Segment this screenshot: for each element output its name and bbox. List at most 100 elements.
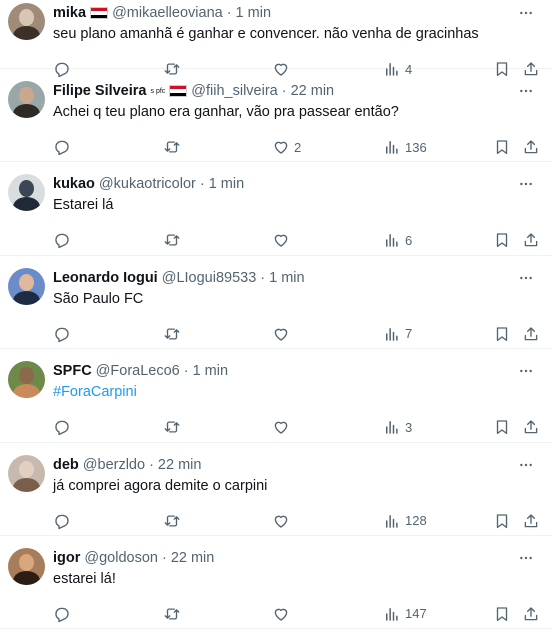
bookmark-button[interactable] — [493, 510, 511, 532]
repost-icon — [164, 234, 180, 246]
avatar[interactable] — [8, 3, 45, 40]
more-options-button[interactable] — [516, 361, 536, 381]
share-button[interactable] — [522, 229, 540, 251]
tweet[interactable]: SPFC @ForaLeco6 · 1 min #ForaCarpini 3 — [0, 349, 552, 443]
like-button[interactable] — [272, 416, 294, 438]
reply-button[interactable] — [53, 136, 71, 158]
author-handle[interactable]: @berzldo — [83, 457, 145, 473]
bookmark-button[interactable] — [493, 229, 511, 251]
reply-button[interactable] — [53, 229, 71, 251]
tweet-time[interactable]: 22 min — [291, 83, 335, 99]
more-icon — [520, 369, 532, 373]
more-options-button[interactable] — [516, 81, 536, 101]
bookmark-button[interactable] — [493, 136, 511, 158]
tweet[interactable]: deb @berzldo · 22 min já comprei agora d… — [0, 443, 552, 536]
share-button[interactable] — [522, 510, 540, 532]
author-name[interactable]: kukao — [53, 176, 95, 192]
author-handle[interactable]: @LIogui89533 — [162, 270, 257, 286]
bookmark-icon — [496, 233, 508, 248]
author-handle[interactable]: @fiih_silveira — [191, 83, 277, 99]
views-button[interactable]: 3 — [383, 416, 412, 438]
reply-icon — [55, 234, 69, 249]
tweet[interactable]: mika @mikaelleoviana · 1 min seu plano a… — [0, 0, 552, 78]
heart-icon — [274, 328, 288, 341]
author-handle[interactable]: @goldoson — [84, 550, 158, 566]
tweet[interactable]: Filipe Silveira s pfc @fiih_silveira · 2… — [0, 69, 552, 163]
separator-dot: · — [260, 269, 266, 286]
hashtag-link[interactable]: #ForaCarpini — [53, 384, 137, 400]
like-button[interactable] — [272, 229, 294, 251]
reply-button[interactable] — [53, 416, 71, 438]
avatar[interactable] — [8, 361, 45, 399]
tweet[interactable]: igor @goldoson · 22 min estarei lá! 147 — [0, 536, 552, 630]
tweet-time[interactable]: 22 min — [158, 457, 202, 473]
avatar[interactable] — [8, 174, 45, 212]
author-name[interactable]: deb — [53, 457, 79, 473]
share-button[interactable] — [522, 603, 540, 625]
author-name[interactable]: Leonardo Iogui — [53, 270, 158, 286]
views-button[interactable]: 7 — [383, 323, 412, 345]
author-handle[interactable]: @ForaLeco6 — [96, 363, 180, 379]
heart-icon — [274, 515, 288, 528]
share-icon — [524, 420, 538, 434]
share-icon — [524, 607, 538, 621]
reply-icon — [55, 514, 69, 529]
more-options-button[interactable] — [516, 455, 536, 475]
heart-icon — [274, 421, 288, 434]
avatar[interactable] — [8, 267, 45, 305]
avatar[interactable] — [8, 454, 45, 492]
author-handle[interactable]: @kukaotricolor — [99, 176, 196, 192]
tweet-actions: 3 — [53, 416, 543, 438]
bookmark-button[interactable] — [493, 323, 511, 345]
repost-button[interactable] — [163, 136, 181, 158]
separator-dot: · — [281, 83, 287, 99]
share-button[interactable] — [522, 416, 540, 438]
analytics-icon — [386, 514, 398, 528]
repost-button[interactable] — [163, 229, 181, 251]
reply-button[interactable] — [53, 510, 71, 532]
reply-button[interactable] — [53, 323, 71, 345]
reply-button[interactable] — [53, 603, 71, 625]
share-icon — [524, 327, 538, 341]
repost-button[interactable] — [163, 603, 181, 625]
tweet-actions: 147 — [53, 603, 543, 625]
views-button[interactable]: 128 — [383, 510, 427, 532]
author-handle[interactable]: @mikaelleoviana — [112, 5, 223, 21]
views-button[interactable]: 147 — [383, 603, 427, 625]
tweet-time[interactable]: 1 min — [193, 363, 228, 379]
like-button[interactable] — [272, 603, 294, 625]
reply-icon — [55, 140, 69, 156]
more-icon — [520, 89, 532, 93]
repost-button[interactable] — [163, 323, 181, 345]
tweet-time[interactable]: 1 min — [236, 5, 271, 21]
views-button[interactable]: 136 — [383, 136, 427, 158]
tweet[interactable]: kukao @kukaotricolor · 1 min Estarei lá — [0, 162, 552, 256]
repost-button[interactable] — [163, 510, 181, 532]
bookmark-button[interactable] — [493, 603, 511, 625]
more-options-button[interactable] — [516, 3, 536, 23]
heart-icon — [274, 235, 288, 248]
view-count: 136 — [405, 139, 427, 155]
more-options-button[interactable] — [516, 548, 536, 568]
avatar[interactable] — [8, 547, 45, 585]
avatar[interactable] — [8, 81, 45, 118]
author-name[interactable]: mika — [53, 5, 86, 21]
author-name[interactable]: Filipe Silveira — [53, 83, 147, 99]
tweet-time[interactable]: 1 min — [269, 270, 304, 286]
more-options-button[interactable] — [516, 174, 536, 194]
tweet-time[interactable]: 1 min — [209, 176, 244, 192]
tweet[interactable]: Leonardo Iogui @LIogui89533 · 1 min São … — [0, 256, 552, 350]
views-button[interactable]: 6 — [383, 229, 412, 251]
like-button[interactable]: 2 — [272, 136, 301, 158]
like-button[interactable] — [272, 510, 294, 532]
tweet-time[interactable]: 22 min — [171, 550, 215, 566]
share-button[interactable] — [522, 136, 540, 158]
author-name[interactable]: igor — [53, 550, 80, 566]
share-button[interactable] — [522, 323, 540, 345]
like-button[interactable] — [272, 323, 294, 345]
repost-button[interactable] — [163, 416, 181, 438]
separator-dot: · — [183, 363, 189, 380]
more-options-button[interactable] — [516, 268, 536, 288]
author-name[interactable]: SPFC — [53, 363, 92, 379]
bookmark-button[interactable] — [493, 416, 511, 438]
